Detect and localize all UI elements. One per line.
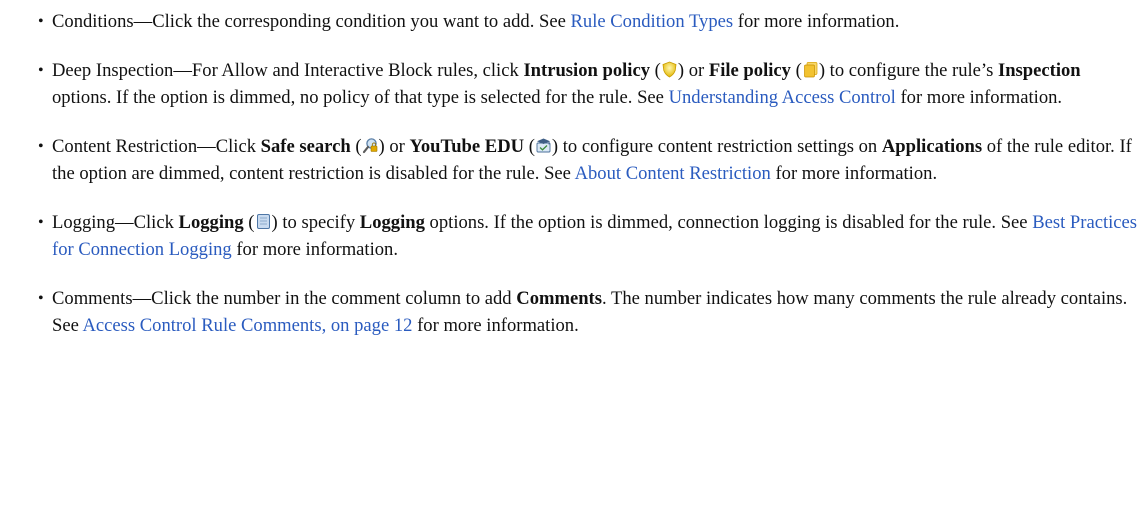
item-text: ( [350,136,362,157]
item-text: options. If the option is dimmed, no pol… [52,87,669,108]
list-item-conditions: Conditions—Click the corresponding condi… [38,8,1140,35]
item-text: Conditions—Click the corresponding condi… [52,11,571,32]
link-access-control-rule-comments[interactable]: Access Control Rule Comments, on page 12 [82,315,412,336]
inspection-label: Inspection [997,60,1081,81]
item-text: ) to specify [271,212,360,233]
logging-icon [255,213,272,230]
item-text: options. If the option is dimmed, connec… [424,212,1033,233]
logging-options-label: Logging [359,212,425,233]
intrusion-policy-label: Intrusion policy [523,60,651,81]
safe-search-label: Safe search [260,136,351,157]
item-text: for more information. [412,315,579,336]
item-text: ( [790,60,802,81]
item-text: ) or [378,136,410,157]
item-text: ) or [677,60,709,81]
item-text: Logging—Click [52,212,179,233]
item-text: Deep Inspection—For Allow and Interactiv… [52,60,524,81]
comments-label: Comments [516,288,602,309]
file-policy-icon [802,61,819,78]
safe-search-icon [362,137,379,154]
item-text: ) to configure the rule’s [818,60,998,81]
youtube-edu-label: YouTube EDU [409,136,525,157]
link-understanding-access-control[interactable]: Understanding Access Control [669,87,896,108]
logging-label: Logging [178,212,244,233]
item-text: for more information. [770,163,938,184]
file-policy-label: File policy [708,60,791,81]
intrusion-policy-shield-icon [661,61,678,78]
item-text: Comments—Click the number in the comment… [52,288,517,309]
list-item-content-restriction: Content Restriction—Click Safe search ()… [38,133,1140,187]
item-text: ( [650,60,661,81]
link-about-content-restriction[interactable]: About Content Restriction [575,163,771,184]
document-body: Conditions—Click the corresponding condi… [0,0,1145,514]
item-text: ( [243,212,255,233]
item-text: Content Restriction—Click [52,136,261,157]
link-rule-condition-types[interactable]: Rule Condition Types [571,11,734,32]
item-text: for more information. [231,239,398,260]
list-item-deep-inspection: Deep Inspection—For Allow and Interactiv… [38,57,1140,111]
list-item-logging: Logging—Click Logging ( ) to specify Logg… [38,209,1140,263]
item-text: ) to configure content restriction setti… [551,136,882,157]
item-text: for more information. [895,87,1063,108]
item-text: for more information. [733,11,900,32]
applications-label: Applications [881,136,983,157]
list-item-comments: Comments—Click the number in the comment… [38,285,1140,339]
item-text: ( [524,136,535,157]
youtube-edu-icon [535,137,552,154]
